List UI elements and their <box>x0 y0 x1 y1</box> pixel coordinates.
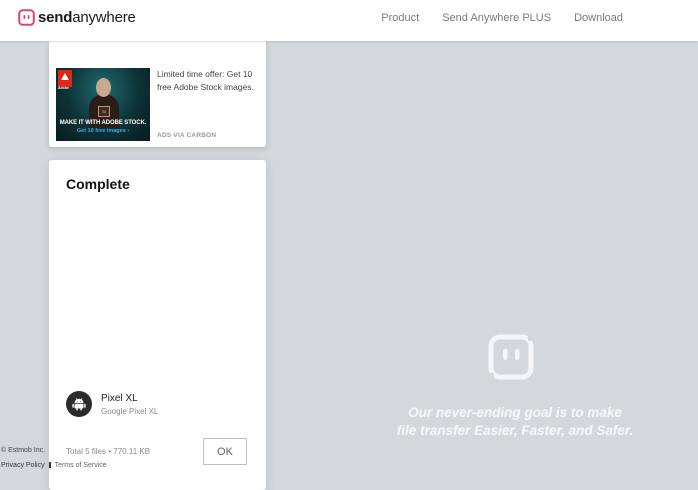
hero-slogan-line-1: Our never-ending goal is to make <box>408 405 622 420</box>
ad-subline: Get 10 free images › <box>76 128 130 134</box>
ok-button[interactable]: OK <box>203 438 247 465</box>
send-anywhere-watermark-icon <box>488 330 534 385</box>
footer-links: Privacy Policy Terms of Service <box>1 462 107 469</box>
top-navigation-bar: sendanywhere Product Send Anywhere PLUS … <box>0 0 698 41</box>
privacy-policy-link[interactable]: Privacy Policy <box>1 462 45 469</box>
android-icon <box>72 397 86 411</box>
hero-slogan: Our never-ending goal is to make file tr… <box>350 404 680 440</box>
adobe-logo-text: Adobe <box>58 86 69 90</box>
nav-product-link[interactable]: Product <box>381 12 419 24</box>
send-anywhere-logo-icon <box>18 9 35 26</box>
device-name: Pixel XL <box>101 393 138 404</box>
brand-name: sendanywhere <box>38 9 136 26</box>
ads-via-carbon-link[interactable]: ADS VIA CARBON <box>157 132 216 139</box>
send-anywhere-logo[interactable]: sendanywhere <box>18 9 136 26</box>
ad-text-link[interactable]: Limited time offer: Get 10 free Adobe St… <box>157 68 262 94</box>
adobe-stock-badge: St <box>98 106 110 117</box>
complete-title: Complete <box>66 176 130 192</box>
brand-name-bold: send <box>38 9 73 26</box>
footer-separator <box>48 462 51 468</box>
ad-figure-head <box>96 78 111 97</box>
hero-slogan-line-2: file transfer Easier, Faster, and Safer. <box>396 423 634 438</box>
nav-download-link[interactable]: Download <box>574 12 623 24</box>
carbon-ad-card[interactable]: Adobe St MAKE IT WITH ADOBE STOCK. Get 1… <box>49 41 266 147</box>
nav-send-anywhere-plus-link[interactable]: Send Anywhere PLUS <box>442 12 551 24</box>
adobe-logo-icon <box>58 70 72 87</box>
android-device-icon <box>66 391 92 417</box>
ad-image[interactable]: Adobe St MAKE IT WITH ADOBE STOCK. Get 1… <box>56 68 150 141</box>
main-nav: Product Send Anywhere PLUS Download <box>358 12 623 24</box>
transfer-complete-card: Complete Pixel XL Google Pixel XL Total … <box>49 160 266 490</box>
terms-of-service-link[interactable]: Terms of Service <box>55 462 107 469</box>
device-model: Google Pixel XL <box>101 407 159 416</box>
total-files-summary: Total 5 files • 770.11 KB <box>66 447 151 456</box>
copyright-text: © Estmob Inc. <box>1 447 46 454</box>
brand-name-light: anywhere <box>72 9 136 26</box>
ad-headline: MAKE IT WITH ADOBE STOCK. <box>59 120 147 126</box>
